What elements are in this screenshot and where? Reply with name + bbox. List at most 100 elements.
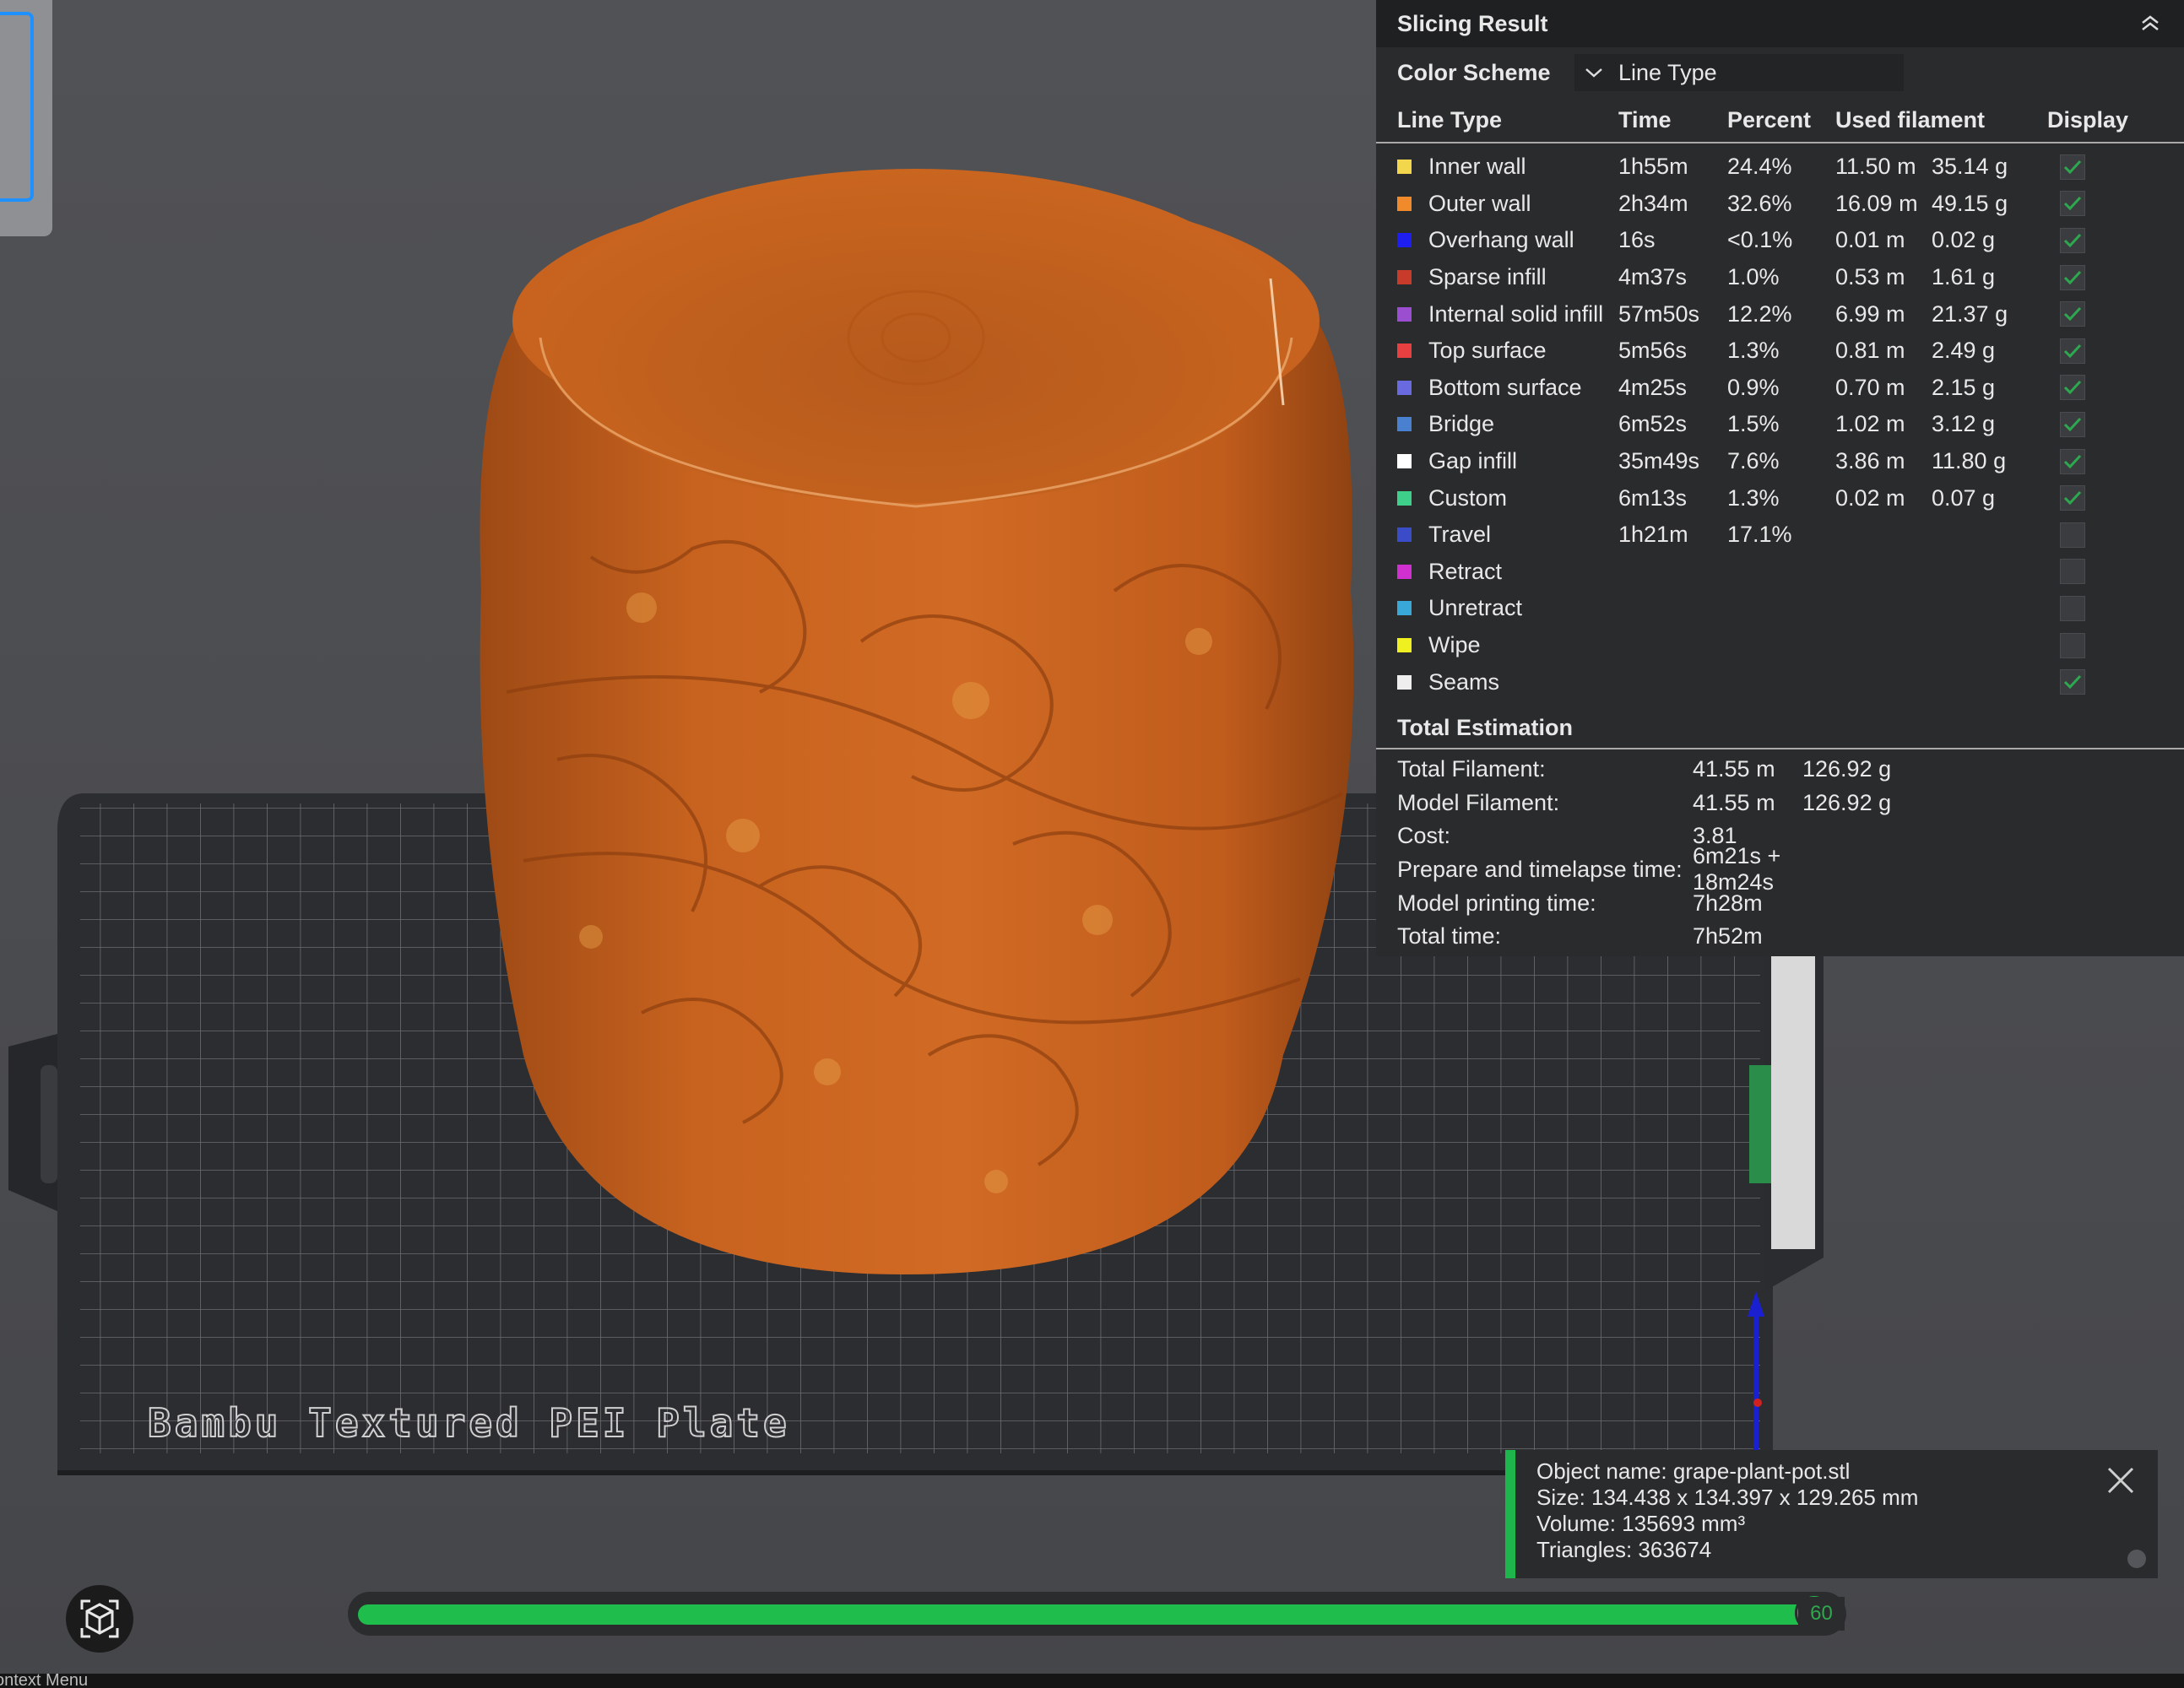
line-type-row: Overhang wall 16s <0.1% 0.01 m 0.02 g [1376,222,2184,259]
line-type-row: Gap infill 35m49s 7.6% 3.86 m 11.80 g [1376,443,2184,480]
pot-model [480,169,1354,1274]
length-cell: 16.09 m [1835,190,1918,216]
percent-cell: 7.6% [1727,448,1780,474]
line-type-cell: Travel [1397,522,1618,548]
display-cell [2047,632,2098,658]
estimation-value: 7h52m [1693,923,1763,950]
length-cell: 1.02 m [1835,411,1905,437]
display-checkbox[interactable] [2060,669,2085,695]
3d-viewport[interactable]: Bambu Textured PEI Plate Slicing Result … [0,0,2184,1688]
display-checkbox[interactable] [2060,485,2085,511]
line-type-label: Internal solid infill [1428,300,1604,327]
display-checkbox[interactable] [2060,632,2085,658]
display-checkbox[interactable] [2060,264,2085,290]
display-checkbox[interactable] [2060,191,2085,217]
estimation-row: Model printing time: 7h28m [1376,886,2184,920]
color-swatch [1397,674,1412,690]
weight-cell: 35.14 g [1932,154,2008,180]
line-type-label: Outer wall [1428,190,1531,216]
display-cell [2047,264,2098,290]
slicing-result-panel: Slicing Result Color Scheme Line Type Li… [1376,0,2184,956]
collapse-icon[interactable] [2138,11,2163,36]
length-cell: 0.02 m [1835,484,1905,511]
percent-cell: 12.2% [1727,300,1792,327]
check-icon [2063,233,2082,248]
line-type-label: Overhang wall [1428,227,1574,253]
percent-cell: 1.0% [1727,264,1780,290]
estimation-label: Model printing time: [1397,890,1596,916]
object-size: Size: 134.438 x 134.397 x 129.265 mm [1536,1485,1919,1510]
display-checkbox[interactable] [2060,338,2085,364]
line-type-label: Sparse infill [1428,264,1547,290]
slider-fill [358,1604,1814,1625]
minimize-icon[interactable] [2127,1550,2146,1568]
length-cell: 3.86 m [1835,448,1905,474]
line-type-cell: Gap infill [1397,448,1618,474]
line-type-row: Inner wall 1h55m 24.4% 11.50 m 35.14 g [1376,149,2184,186]
object-info-box: Object name: grape-plant-pot.stl Size: 1… [1505,1450,2158,1578]
display-checkbox[interactable] [2060,448,2085,474]
display-cell [2047,191,2098,217]
display-checkbox[interactable] [2060,227,2085,253]
estimation-row: Total time: 7h52m [1376,920,2184,954]
line-type-row: Travel 1h21m 17.1% [1376,517,2184,554]
time-cell: 4m25s [1618,374,1688,400]
status-bar: ontext Menu [0,1674,2184,1688]
estimation-label: Total Filament: [1397,756,1546,782]
length-cell: 0.81 m [1835,338,1905,364]
color-swatch [1397,344,1412,359]
cube-icon [80,1599,119,1638]
view-cube-button[interactable] [66,1585,133,1653]
display-cell [2047,522,2098,548]
weight-cell: 49.15 g [1932,190,2008,216]
estimation-label: Prepare and timelapse time: [1397,856,1683,882]
display-checkbox[interactable] [2060,375,2085,401]
display-checkbox[interactable] [2060,301,2085,327]
color-swatch [1397,160,1412,175]
check-icon [2063,491,2082,506]
object-triangles: Triangles: 363674 [1536,1537,1712,1562]
check-icon [2063,454,2082,468]
display-cell [2047,301,2098,327]
line-type-row: Bridge 6m52s 1.5% 1.02 m 3.12 g [1376,406,2184,443]
line-type-row: Bottom surface 4m25s 0.9% 0.70 m 2.15 g [1376,370,2184,407]
line-type-cell: Bottom surface [1397,375,1618,401]
line-type-label: Retract [1428,558,1503,584]
time-cell: 1h21m [1618,522,1688,548]
color-scheme-select[interactable]: Line Type [1574,54,1904,91]
percent-cell: 0.9% [1727,374,1780,400]
color-swatch [1397,490,1412,506]
display-cell [2047,338,2098,364]
display-cell [2047,485,2098,511]
column-header: Display [2047,106,2129,133]
length-cell: 0.70 m [1835,374,1905,400]
color-swatch [1397,564,1412,579]
percent-cell: 32.6% [1727,190,1792,216]
display-checkbox[interactable] [2060,411,2085,437]
display-checkbox[interactable] [2060,154,2085,180]
close-icon[interactable] [2102,1462,2139,1499]
display-checkbox[interactable] [2060,595,2085,621]
layer-slider[interactable] [348,1592,1846,1636]
time-cell: 6m13s [1618,484,1688,511]
time-cell: 35m49s [1618,448,1700,474]
display-checkbox[interactable] [2060,559,2085,585]
table-header: Line Type Time Percent Used filament Dis… [1376,98,2184,143]
color-swatch [1397,528,1412,543]
color-scheme-label: Color Scheme [1397,59,1551,85]
weight-cell: 1.61 g [1932,264,1996,290]
color-swatch [1397,233,1412,248]
color-swatch [1397,638,1412,653]
color-scheme-value: Line Type [1618,59,1717,85]
estimation-value-2: 126.92 g [1802,789,1892,815]
percent-cell: 1.5% [1727,411,1780,437]
display-checkbox[interactable] [2060,522,2085,548]
display-cell [2047,595,2098,621]
display-cell [2047,448,2098,474]
estimation-label: Total time: [1397,923,1502,950]
weight-cell: 0.07 g [1932,484,1996,511]
line-type-cell: Internal solid infill [1397,301,1618,327]
estimation-row: Model Filament: 41.55 m 126.92 g [1376,787,2184,820]
estimation-value: 41.55 m [1693,789,1775,815]
check-icon [2063,270,2082,284]
